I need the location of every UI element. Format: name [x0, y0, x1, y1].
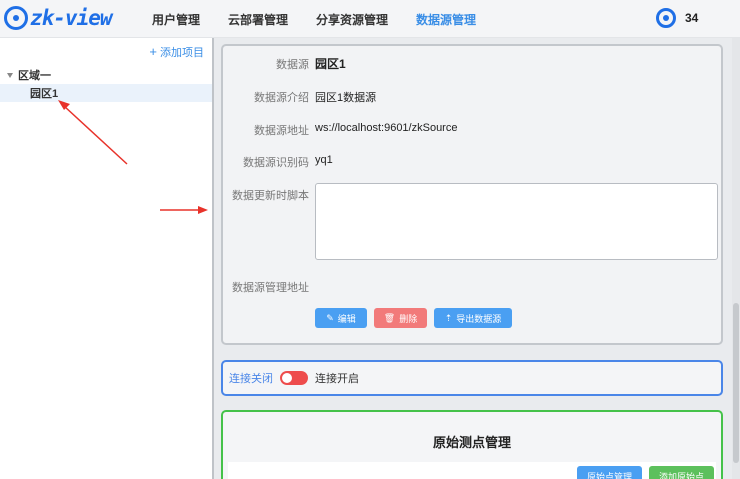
tree-item-park[interactable]: 园区1 — [0, 84, 212, 102]
name-label: 数据源 — [276, 59, 309, 71]
intro-value: 园区1数据源 — [315, 92, 377, 104]
connection-off-label[interactable]: 连接关闭 — [229, 370, 273, 386]
raw-points-manage-label: 原始点管理 — [586, 471, 632, 479]
connection-toggle[interactable] — [280, 371, 308, 385]
add-project-label: 添加项目 — [160, 47, 204, 59]
add-raw-point-button[interactable]: 添加原始点 — [649, 466, 714, 479]
plus-icon: + — [149, 44, 157, 59]
project-sidebar: + 添加项目 区域一 园区1 — [0, 38, 214, 479]
upload-icon: ⇡ — [444, 312, 453, 323]
nav-cloud-deploy[interactable]: 云部署管理 — [228, 11, 288, 28]
user-avatar-icon — [656, 8, 676, 28]
code-label: 数据源识别码 — [243, 157, 309, 169]
scrollbar-thumb[interactable] — [733, 303, 739, 463]
trash-icon: 🗑 — [383, 312, 396, 323]
nav-shared-resources[interactable]: 分享资源管理 — [316, 11, 388, 28]
address-label: 数据源地址 — [254, 125, 309, 137]
code-value: yq1 — [315, 154, 333, 166]
tree-group-label: 区域一 — [18, 70, 51, 82]
logo-text: zk-view — [30, 6, 113, 30]
user-badge[interactable]: 34 — [656, 8, 698, 28]
user-count: 34 — [685, 11, 699, 25]
raw-points-manage-button[interactable]: 原始点管理 — [577, 466, 642, 479]
caret-down-icon[interactable] — [7, 72, 13, 78]
export-button-label: 导出数据源 — [456, 313, 502, 324]
logo-ring-icon — [4, 6, 28, 30]
address-value: ws://localhost:9601/zkSource — [315, 122, 458, 134]
delete-button-label: 删除 — [399, 313, 418, 324]
main-nav: 用户管理 云部署管理 分享资源管理 数据源管理 — [152, 0, 504, 38]
connection-on-label[interactable]: 连接开启 — [315, 370, 359, 386]
edit-icon: ✎ — [326, 312, 334, 323]
script-label: 数据更新时脚本 — [232, 190, 309, 202]
add-project-button[interactable]: + 添加项目 — [149, 44, 204, 60]
datasource-detail-panel: 数据源 园区1 数据源介绍 园区1数据源 数据源地址 ws://localhos… — [221, 44, 723, 345]
raw-points-panel: 原始测点管理 原始点管理 添加原始点 — [221, 410, 723, 479]
add-raw-point-label: 添加原始点 — [658, 471, 704, 479]
nav-user-management[interactable]: 用户管理 — [152, 11, 200, 28]
tree-group-region[interactable]: 区域一 — [0, 66, 212, 84]
mgmt-label: 数据源管理地址 — [232, 282, 309, 294]
nav-data-source[interactable]: 数据源管理 — [416, 11, 476, 28]
app-logo[interactable]: zk-view — [4, 4, 113, 32]
main-scrollbar[interactable] — [732, 38, 740, 479]
raw-points-title: 原始测点管理 — [432, 435, 511, 450]
delete-button[interactable]: 🗑 删除 — [374, 308, 427, 328]
top-header: zk-view 用户管理 云部署管理 分享资源管理 数据源管理 34 — [0, 0, 740, 38]
export-button[interactable]: ⇡ 导出数据源 — [434, 308, 512, 328]
main-content: 数据源 园区1 数据源介绍 园区1数据源 数据源地址 ws://localhos… — [216, 38, 740, 479]
name-value: 园区1 — [315, 57, 346, 71]
tree-item-label: 园区1 — [30, 88, 59, 100]
raw-points-toolbar: 原始点管理 添加原始点 — [228, 462, 716, 479]
toggle-knob — [282, 373, 292, 383]
connection-bar: 连接关闭 连接开启 — [221, 360, 723, 396]
edit-button[interactable]: ✎ 编辑 — [315, 308, 367, 328]
intro-label: 数据源介绍 — [254, 92, 309, 104]
script-textarea[interactable] — [315, 183, 718, 260]
edit-button-label: 编辑 — [337, 313, 356, 324]
